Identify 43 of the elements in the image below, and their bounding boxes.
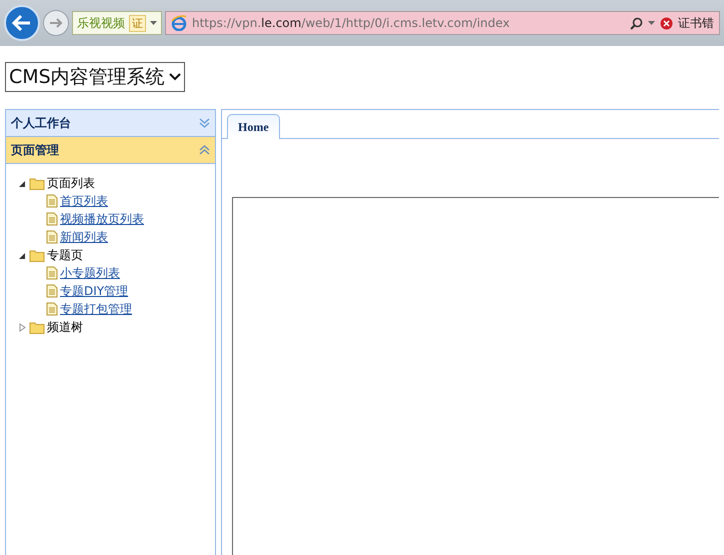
dropdown-caret-icon[interactable] [150, 21, 157, 25]
favorite-chip[interactable]: 乐视视频 证 [72, 11, 162, 35]
folder-icon [29, 248, 45, 262]
tree-node[interactable]: 专题页 [47, 246, 83, 264]
expand-arrow-icon[interactable] [18, 322, 27, 332]
address-bar[interactable]: https://vpn.le.com/web/1/http/0/i.cms.letv.com/index 证书错 [165, 11, 720, 35]
back-button[interactable] [4, 5, 40, 41]
accordion-header[interactable]: 页面管理 [6, 137, 215, 164]
system-select[interactable]: CMS内容管理系统 [5, 62, 185, 92]
tree-link[interactable]: 视频播放页列表 [60, 210, 144, 228]
collapse-arrow-icon[interactable] [18, 250, 27, 260]
document-icon [46, 266, 58, 280]
certificate-badge: 证 [129, 14, 146, 32]
dropdown-caret-icon[interactable] [648, 21, 655, 25]
accordion-header[interactable]: 个人工作台 [6, 110, 215, 137]
favorite-label: 乐视视频 [77, 14, 125, 32]
double-chevron-up-icon[interactable] [199, 145, 210, 155]
tree-link[interactable]: 首页列表 [60, 192, 108, 210]
document-icon [46, 302, 58, 316]
tree-node[interactable]: 页面列表 [47, 174, 95, 192]
tree-link[interactable]: 专题打包管理 [60, 300, 132, 318]
accordion-title: 页面管理 [11, 142, 59, 158]
document-icon [46, 194, 58, 208]
folder-icon [29, 176, 45, 190]
error-icon [660, 16, 673, 30]
tree-link[interactable]: 小专题列表 [60, 264, 120, 282]
collapse-arrow-icon[interactable] [18, 178, 27, 188]
browser-logo-icon [171, 15, 187, 31]
tree-link[interactable]: 专题DIY管理 [60, 282, 128, 300]
document-icon [46, 212, 58, 226]
tab[interactable]: Home [227, 114, 280, 139]
chevron-down-icon [168, 73, 181, 81]
url-text: https://vpn.le.com/web/1/http/0/i.cms.letv.com/index [192, 16, 511, 30]
document-icon [46, 284, 58, 298]
forward-arrow-icon [49, 17, 63, 29]
tree-node[interactable]: 频道树 [47, 318, 83, 336]
search-icon[interactable] [630, 16, 643, 30]
back-arrow-icon [12, 14, 32, 32]
document-icon [46, 230, 58, 244]
folder-icon [29, 320, 45, 334]
certificate-error-text[interactable]: 证书错 [678, 14, 714, 32]
tree-link[interactable]: 新闻列表 [60, 228, 108, 246]
accordion-title: 个人工作台 [11, 114, 71, 132]
